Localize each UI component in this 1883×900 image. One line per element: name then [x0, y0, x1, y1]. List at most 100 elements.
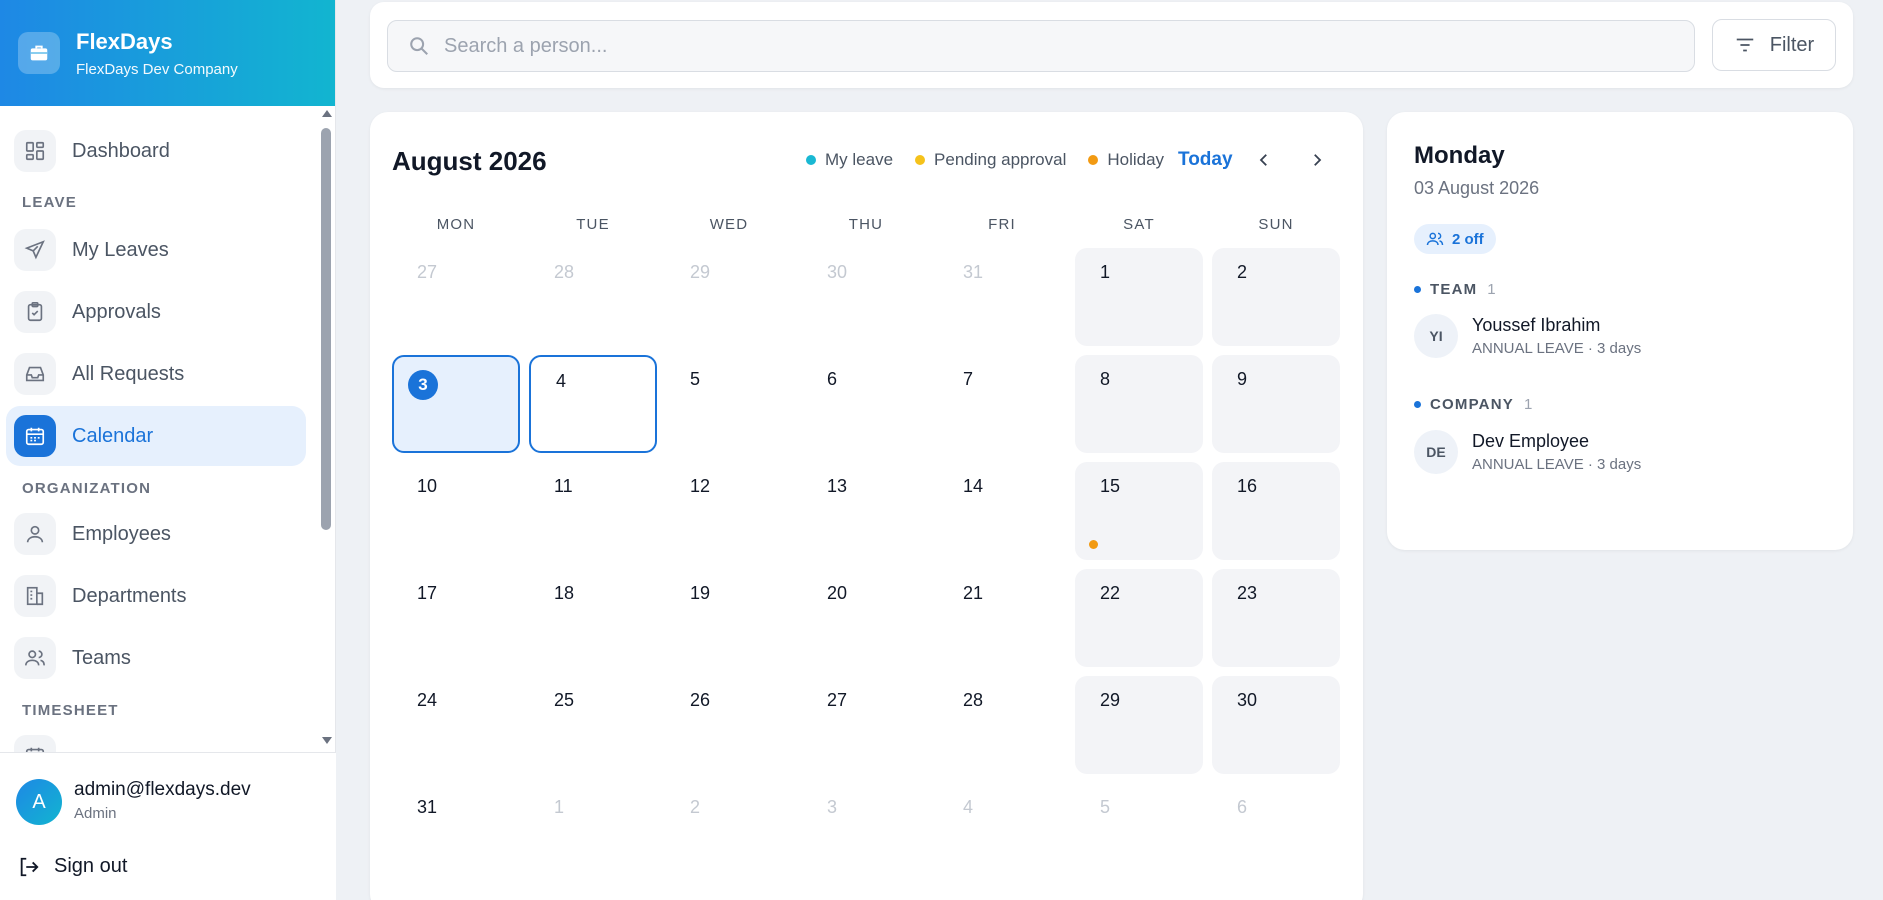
day-number: 5: [690, 369, 701, 389]
sidebar-item-departments[interactable]: Departments: [6, 566, 306, 626]
company-person-row[interactable]: DE Dev Employee ANNUAL LEAVE · 3 days: [1414, 430, 1641, 474]
person-leave-info: ANNUAL LEAVE · 3 days: [1472, 340, 1642, 357]
calendar-day-cell[interactable]: 29: [1075, 676, 1203, 774]
scroll-down-arrow-icon[interactable]: [322, 737, 332, 744]
filter-button[interactable]: Filter: [1712, 19, 1836, 71]
avatar: DE: [1414, 430, 1458, 474]
users-icon: [1426, 232, 1444, 246]
section-leave: LEAVE: [22, 194, 77, 211]
avatar[interactable]: A: [16, 779, 62, 825]
team-section-header: TEAM 1: [1414, 281, 1497, 298]
calendar-day-cell[interactable]: 20: [802, 569, 930, 667]
user-panel: A admin@flexdays.dev Admin Sign out: [0, 752, 336, 900]
legend-my-leave: My leave: [806, 150, 893, 170]
sidebar: FlexDays FlexDays Dev Company Dashboard …: [0, 0, 336, 900]
sidebar-item-label: All Requests: [72, 362, 185, 385]
today-button[interactable]: Today: [1178, 149, 1233, 171]
calendar-day-cell[interactable]: 25: [529, 676, 657, 774]
brand-subtitle: FlexDays Dev Company: [76, 60, 238, 78]
search-icon: [410, 37, 428, 55]
calendar-day-cell[interactable]: 1: [1075, 248, 1203, 346]
day-number: 2: [690, 797, 701, 817]
person-name: Youssef Ibrahim: [1472, 315, 1601, 335]
sidebar-item-approvals[interactable]: Approvals: [6, 282, 306, 342]
users-icon: [14, 637, 56, 679]
calendar-day-cell: 27: [392, 248, 520, 346]
team-person-row[interactable]: YI Youssef Ibrahim ANNUAL LEAVE · 3 days: [1414, 314, 1641, 358]
calendar-day-cell[interactable]: 12: [665, 462, 793, 560]
day-number: 14: [963, 476, 984, 496]
sign-out-button[interactable]: Sign out: [18, 855, 127, 878]
plane-icon: [14, 229, 56, 271]
day-number: 22: [1100, 583, 1121, 603]
calendar-day-cell[interactable]: 9: [1212, 355, 1340, 453]
calendar-day-cell[interactable]: 4: [529, 355, 657, 453]
sidebar-item-employees[interactable]: Employees: [6, 504, 306, 564]
scroll-up-arrow-icon[interactable]: [322, 110, 332, 117]
calendar-day-cell: 2: [665, 783, 793, 881]
calendar-day-cell[interactable]: 8: [1075, 355, 1203, 453]
calendar-day-cell[interactable]: 31: [392, 783, 520, 881]
scroll-thumb[interactable]: [321, 128, 331, 530]
sidebar-item-label: Calendar: [72, 424, 154, 447]
legend-holiday: Holiday: [1088, 150, 1164, 170]
calendar-day-cell[interactable]: 11: [529, 462, 657, 560]
detail-date: 03 August 2026: [1414, 178, 1540, 198]
calendar-day-cell[interactable]: 6: [802, 355, 930, 453]
section-label: TEAM: [1430, 281, 1478, 298]
calendar-day-cell: 1: [529, 783, 657, 881]
weekday-label: SUN: [1258, 216, 1294, 233]
calendar-day-cell: 31: [938, 248, 1066, 346]
calendar-day-cell[interactable]: 15: [1075, 462, 1203, 560]
calendar-day-cell[interactable]: 30: [1212, 676, 1340, 774]
filter-icon: [1736, 38, 1754, 52]
avatar: YI: [1414, 314, 1458, 358]
day-number: 28: [554, 262, 575, 282]
user-icon: [14, 513, 56, 555]
day-number: 23: [1237, 583, 1258, 603]
calendar-day-cell[interactable]: 7: [938, 355, 1066, 453]
sidebar-scrollbar[interactable]: [320, 108, 332, 744]
calendar-day-cell[interactable]: 14: [938, 462, 1066, 560]
calendar-day-cell[interactable]: 5: [665, 355, 793, 453]
sidebar-item-dashboard[interactable]: Dashboard: [6, 121, 306, 181]
search-input[interactable]: [444, 34, 1644, 58]
sidebar-item-all-requests[interactable]: All Requests: [6, 344, 306, 404]
weekday-label: FRI: [988, 216, 1016, 233]
calendar-day-cell[interactable]: 13: [802, 462, 930, 560]
month-title: August 2026: [392, 146, 547, 176]
day-number: 1: [1100, 262, 1111, 282]
sidebar-item-teams[interactable]: Teams: [6, 628, 306, 688]
sidebar-item-timesheet[interactable]: [6, 726, 306, 752]
day-number: 6: [827, 369, 838, 389]
weekday-label: WED: [709, 216, 749, 233]
sidebar-item-label: Approvals: [72, 300, 161, 323]
sidebar-item-my-leaves[interactable]: My Leaves: [6, 220, 306, 280]
section-dot: [1414, 401, 1421, 408]
calendar-day-cell[interactable]: 28: [938, 676, 1066, 774]
weekday-label: SAT: [1123, 216, 1155, 233]
chevron-left-icon[interactable]: [1252, 148, 1276, 172]
calendar-day-cell[interactable]: 19: [665, 569, 793, 667]
calendar-day-cell[interactable]: 10: [392, 462, 520, 560]
sidebar-item-calendar[interactable]: Calendar: [6, 406, 306, 466]
calendar-day-cell[interactable]: 17: [392, 569, 520, 667]
calendar-day-cell[interactable]: 26: [665, 676, 793, 774]
calendar-day-cell[interactable]: 23: [1212, 569, 1340, 667]
calendar-day-cell[interactable]: 18: [529, 569, 657, 667]
day-number: 17: [417, 583, 438, 603]
calendar-day-cell[interactable]: 3: [392, 355, 520, 453]
calendar-day-cell[interactable]: 27: [802, 676, 930, 774]
search-box[interactable]: [387, 20, 1695, 72]
calendar-day-cell: 6: [1212, 783, 1340, 881]
calendar-day-cell[interactable]: 22: [1075, 569, 1203, 667]
calendar-day-cell: 5: [1075, 783, 1203, 881]
chevron-right-icon[interactable]: [1305, 148, 1329, 172]
legend-dot-holiday: [1088, 155, 1099, 165]
calendar-day-cell[interactable]: 24: [392, 676, 520, 774]
calendar-day-cell[interactable]: 21: [938, 569, 1066, 667]
weekday-label: TUE: [576, 216, 610, 233]
calendar-day-cell[interactable]: 2: [1212, 248, 1340, 346]
calendar-day-cell[interactable]: 16: [1212, 462, 1340, 560]
brand-header[interactable]: FlexDays FlexDays Dev Company: [0, 0, 335, 106]
